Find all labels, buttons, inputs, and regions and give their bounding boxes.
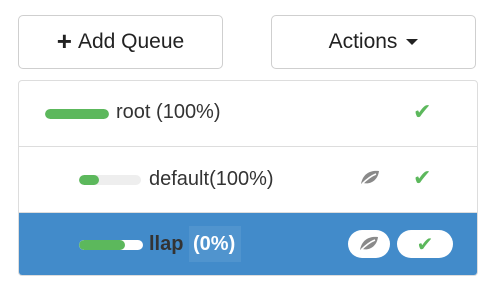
queue-usage-fill — [45, 109, 109, 119]
queue-name: root — [116, 101, 151, 123]
leaf-icon — [360, 236, 378, 251]
check-icon: ✔ — [416, 233, 434, 256]
queue-usage-fill — [79, 175, 100, 185]
status-badge: ✔ — [397, 230, 453, 258]
queue-label: default(100%) — [149, 168, 274, 191]
queue-capacity: (100%) — [209, 168, 274, 190]
queue-row-root[interactable]: root (100%) ✔ — [19, 81, 477, 147]
queue-name: llap — [149, 233, 184, 255]
queue-row-llap[interactable]: llap (0%) ✔ — [19, 213, 477, 275]
queue-list: root (100%) ✔ default(100%) ✔ llap (0%) — [18, 80, 478, 276]
queue-usage-bar — [79, 240, 143, 250]
plus-icon: + — [56, 26, 72, 56]
leaf-badge — [348, 230, 390, 258]
leaf-icon — [361, 170, 379, 185]
actions-label: Actions — [328, 30, 398, 53]
queue-label: root (100%) — [116, 101, 221, 124]
add-queue-button[interactable]: + Add Queue — [18, 15, 223, 69]
caret-down-icon — [406, 39, 419, 45]
queue-capacity: (100%) — [156, 101, 221, 123]
check-icon: ✔ — [413, 99, 432, 124]
queue-usage-fill — [79, 240, 126, 250]
actions-dropdown-button[interactable]: Actions — [271, 15, 476, 69]
queue-usage-bar — [45, 109, 109, 119]
queue-usage-bar — [79, 175, 141, 185]
add-queue-label: Add Queue — [77, 30, 185, 53]
queue-capacity: (0%) — [189, 226, 242, 262]
check-icon: ✔ — [413, 165, 432, 190]
queue-name: default — [149, 168, 210, 190]
queue-row-default[interactable]: default(100%) ✔ — [19, 147, 477, 213]
queue-label: llap (0%) — [149, 226, 242, 262]
